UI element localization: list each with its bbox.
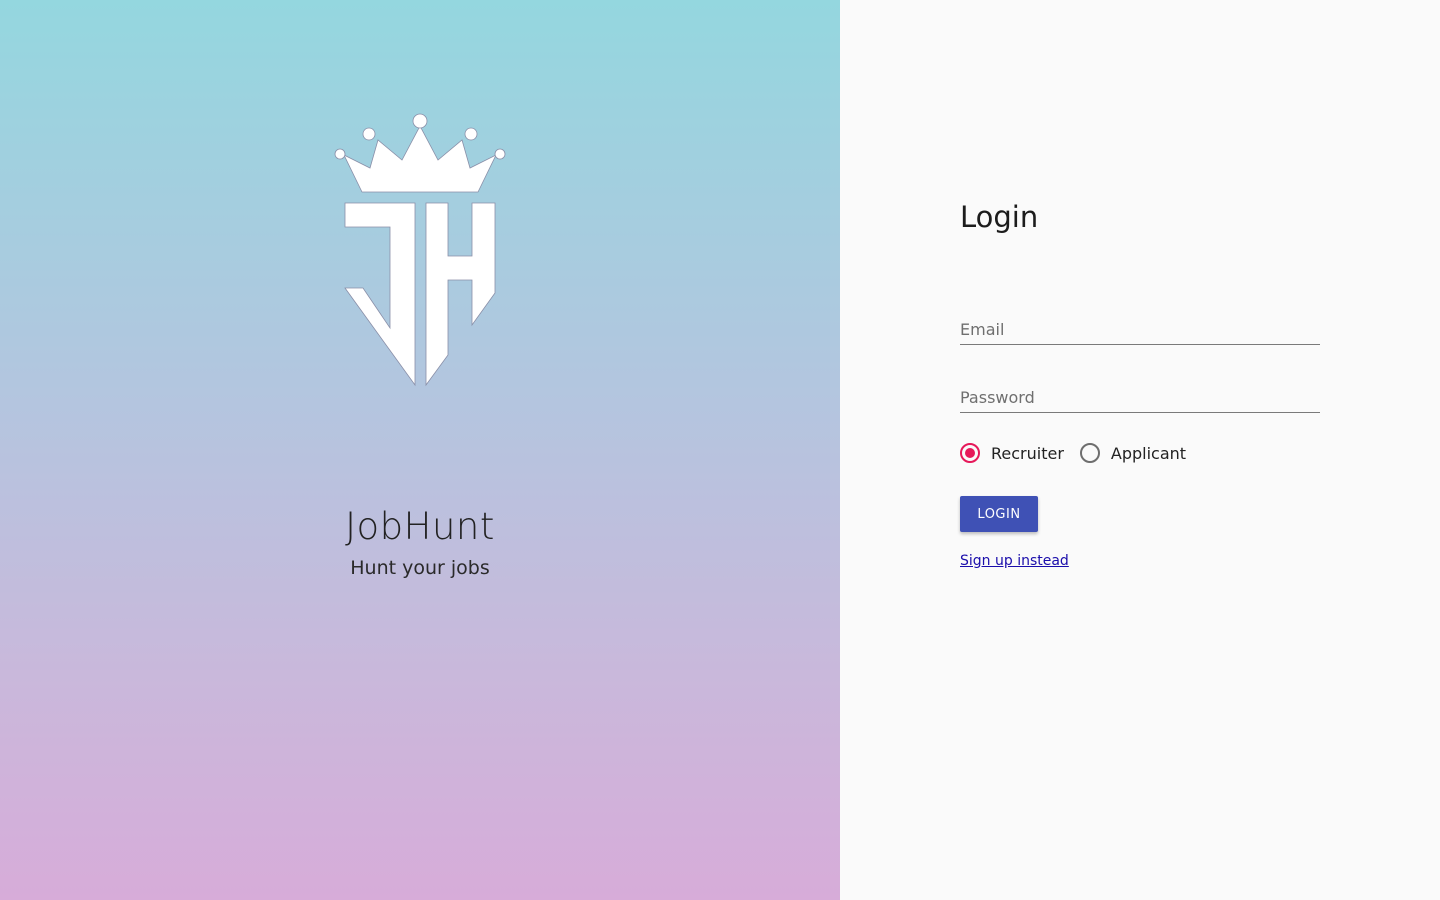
brand-panel: JobHunt Hunt your jobs [0, 0, 840, 900]
radio-checked-icon[interactable] [960, 443, 980, 463]
radio-unchecked-icon[interactable] [1079, 443, 1100, 463]
role-label-recruiter: Recruiter [991, 443, 1064, 463]
app-title: JobHunt [345, 505, 495, 548]
role-label-applicant: Applicant [1110, 443, 1187, 463]
login-panel: Login Recruiter Applicant LOGIN Sign up … [840, 0, 1440, 900]
login-button[interactable]: LOGIN [960, 496, 1038, 532]
password-input[interactable] [960, 383, 1320, 412]
app-tagline: Hunt your jobs [350, 557, 490, 579]
password-field [960, 383, 1320, 413]
radio-dot-icon [965, 448, 975, 458]
email-input[interactable] [960, 315, 1320, 344]
signup-link[interactable]: Sign up instead [960, 553, 1069, 569]
email-field [960, 315, 1320, 345]
role-option-applicant[interactable]: Applicant [1079, 443, 1187, 463]
crown-jh-logo-icon [334, 113, 506, 387]
page-title: Login [960, 200, 1039, 234]
role-radio-group: Recruiter Applicant [960, 443, 1202, 463]
role-option-recruiter[interactable]: Recruiter [960, 443, 1064, 463]
